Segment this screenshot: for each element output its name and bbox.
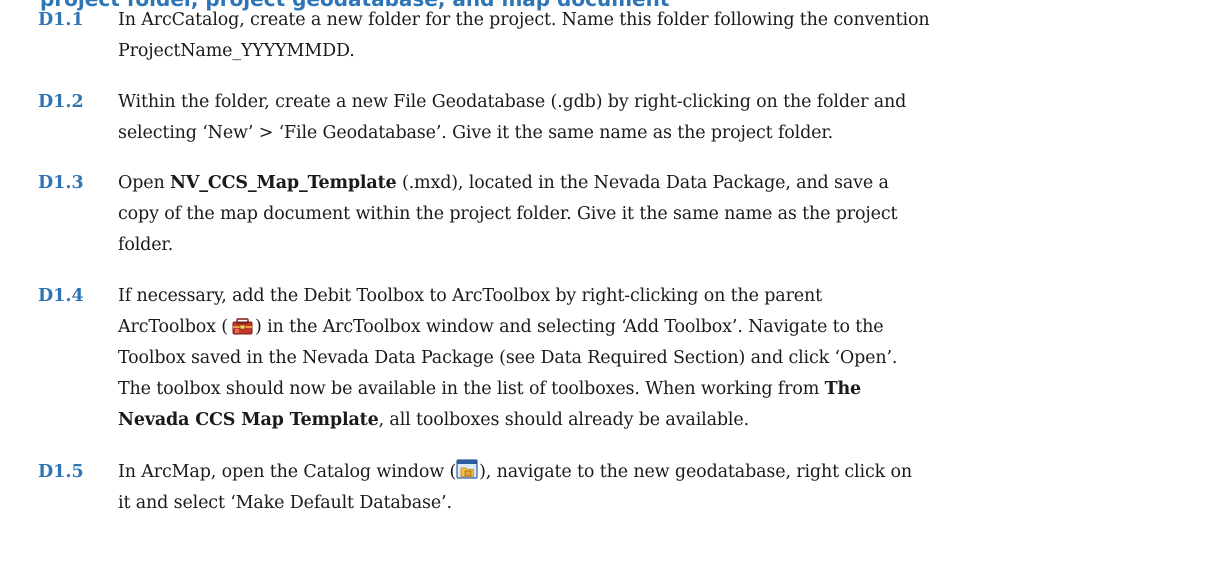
step-number: D1.2 <box>38 92 84 112</box>
step-text-run: In ArcMap, open the Catalog window ( <box>118 462 457 482</box>
catalog-window-icon <box>456 458 478 480</box>
step-text-line: ArcToolbox ( ) in the ArcToolbox window a… <box>118 312 1203 343</box>
step-text-line: copy of the map document within the proj… <box>118 204 898 224</box>
step-number: D1.1 <box>38 10 84 30</box>
step-number: D1.4 <box>38 286 84 306</box>
step-text-line: Toolbox saved in the Nevada Data Package… <box>118 348 898 368</box>
step-text-line: Open NV_CCS_Map_Template (.mxd), located… <box>118 168 1203 199</box>
template-name-bold: The <box>824 379 862 399</box>
step-text: In ArcCatalog, create a new folder for t… <box>118 5 1203 67</box>
step-number: D1.5 <box>38 462 84 482</box>
step-text-run: The toolbox should now be available in t… <box>118 379 825 399</box>
template-name-bold: NV_CCS_Map_Template <box>170 173 397 193</box>
step-text-run: ) in the ArcToolbox window and selecting… <box>255 317 884 337</box>
step-text-line: it and select ‘Make Default Database’. <box>118 493 452 513</box>
step-text-run: , all toolboxes should already be availa… <box>378 410 750 430</box>
step-text-line: The toolbox should now be available in t… <box>118 374 1203 405</box>
step-text: In ArcMap, open the Catalog window ( ), n… <box>118 457 1203 519</box>
step-text: Open NV_CCS_Map_Template (.mxd), located… <box>118 168 1203 261</box>
arctoolbox-icon <box>232 315 253 335</box>
step-text-line: Nevada CCS Map Template, all toolboxes s… <box>118 405 1203 436</box>
step-text-line: In ArcCatalog, create a new folder for t… <box>118 10 930 30</box>
step-text: If necessary, add the Debit Toolbox to A… <box>118 281 1203 436</box>
step-text: Within the folder, create a new File Geo… <box>118 87 1203 149</box>
step-text-line: Within the folder, create a new File Geo… <box>118 92 907 112</box>
step-text-run: ArcToolbox ( <box>118 317 228 337</box>
step-text-run: Open <box>118 173 170 193</box>
step-text-run: ), navigate to the new geodatabase, righ… <box>479 462 912 482</box>
step-text-line: If necessary, add the Debit Toolbox to A… <box>118 286 823 306</box>
step-text-line: ProjectName_YYYYMMDD. <box>118 41 355 61</box>
step-text-run: (.mxd), located in the Nevada Data Packa… <box>396 173 889 193</box>
step-text-line: selecting ‘New’ > ‘File Geodatabase’. Gi… <box>118 123 834 143</box>
template-name-bold: Nevada CCS Map Template <box>118 410 379 430</box>
step-text-line: In ArcMap, open the Catalog window ( ), n… <box>118 457 1203 488</box>
step-text-line: folder. <box>118 235 174 255</box>
step-number: D1.3 <box>38 173 84 193</box>
